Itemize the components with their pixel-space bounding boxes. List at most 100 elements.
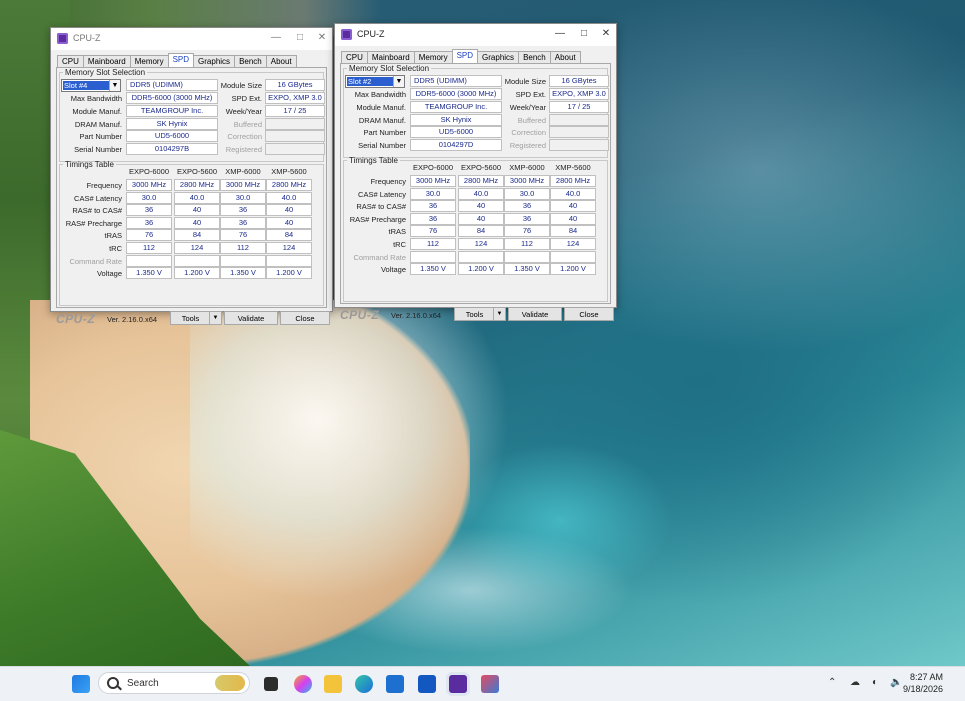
tools-button[interactable]: Tools ▼ <box>454 307 506 321</box>
title-bar[interactable]: CPU-Z — □ ✕ <box>335 24 616 46</box>
maximize-icon[interactable]: □ <box>576 27 592 41</box>
correction-value <box>265 130 325 143</box>
timing-column-header: EXPO-6000 <box>412 163 454 172</box>
timing-cell: 40.0 <box>266 191 312 204</box>
week-year-value: 17 / 25 <box>265 104 325 117</box>
tools-button-label: Tools <box>465 310 484 319</box>
slot-select[interactable]: Slot #2 ▼ <box>345 75 405 88</box>
timing-cell: 36 <box>126 216 172 229</box>
spd-ext-label: SPD Ext. <box>515 90 546 99</box>
timing-cell: 76 <box>410 225 456 238</box>
spd-page: Memory Slot Selection Slot #2 ▼ DDR5 (UDIMM… <box>340 63 611 304</box>
maximize-icon[interactable]: □ <box>292 31 308 45</box>
timing-cell: 124 <box>266 242 312 254</box>
timing-cell: 2800 MHz <box>550 175 596 187</box>
tools-button[interactable]: Tools ▼ <box>170 311 222 325</box>
timing-cell: 124 <box>458 238 504 250</box>
speaker-icon[interactable]: 🔈 <box>890 677 902 688</box>
module-manuf-value: TEAMGROUP Inc. <box>126 104 218 117</box>
tab-spd[interactable]: SPD <box>451 49 479 64</box>
minimize-icon[interactable]: — <box>268 31 284 45</box>
timing-row-label: RAS# Precharge <box>349 214 406 224</box>
system-clock[interactable]: 8:27 AM 9/18/2026 <box>903 671 943 695</box>
timing-cell: 40 <box>550 200 596 213</box>
buffered-value <box>265 117 325 130</box>
memory-slot-group: Memory Slot Selection Slot #4 ▼ DDR5 (UDIMM… <box>59 68 325 162</box>
memory-type-value: DDR5 (UDIMM) <box>126 79 218 91</box>
chevron-up-icon[interactable]: ⌃ <box>828 677 836 688</box>
timing-cell: 30.0 <box>504 187 550 200</box>
week-year-label: Week/Year <box>225 106 262 116</box>
close-button[interactable]: Close <box>564 307 614 321</box>
memory-slot-body: Slot #4 ▼ DDR5 (UDIMM) Module Size 16 GBytes… <box>60 77 325 157</box>
timing-cell: 84 <box>266 229 312 242</box>
window-footer: CPU-Z Ver. 2.16.0.x64 Tools ▼ Validate Close <box>51 308 332 330</box>
dram-manuf-value: SK Hynix <box>410 113 502 126</box>
start-icon[interactable] <box>72 675 90 693</box>
timings-table-legend: Timings Table <box>65 160 114 169</box>
registered-value <box>549 139 609 152</box>
part-number-value: UD5-6000 <box>126 130 218 143</box>
snipping-tool-icon[interactable] <box>481 675 499 693</box>
timing-row-label: tRC <box>393 240 406 249</box>
serial-number-label: Serial Number <box>358 141 406 151</box>
timing-row-label: Voltage <box>380 265 406 275</box>
timing-cell: 40 <box>266 204 312 217</box>
chevron-down-icon[interactable]: ▼ <box>209 312 221 324</box>
close-icon[interactable]: ✕ <box>314 31 330 45</box>
timing-cell <box>410 250 456 263</box>
taskbar-search[interactable]: Search <box>98 672 250 694</box>
chevron-down-icon: ▼ <box>393 76 404 87</box>
timing-cell: 112 <box>220 242 266 254</box>
timing-cell: 2800 MHz <box>266 179 312 191</box>
network-icon[interactable]: ☁ <box>850 677 860 688</box>
timing-cell: 84 <box>174 229 220 242</box>
task-view-icon[interactable] <box>264 677 278 691</box>
chevron-down-icon[interactable]: ▼ <box>493 308 505 320</box>
timing-cell: 84 <box>550 225 596 238</box>
validate-button[interactable]: Validate <box>224 311 278 325</box>
timing-cell: 40 <box>550 212 596 225</box>
close-button[interactable]: Close <box>280 311 330 325</box>
timing-cell: 1.350 V <box>410 263 456 276</box>
store-icon[interactable] <box>386 675 404 693</box>
timing-cell: 3000 MHz <box>126 179 172 191</box>
timing-cell: 40 <box>174 216 220 229</box>
timing-cell: 36 <box>220 204 266 217</box>
timing-row-label: Voltage <box>96 269 122 279</box>
file-explorer-icon[interactable] <box>324 675 342 693</box>
memory-slot-legend: Memory Slot Selection <box>65 68 146 77</box>
timings-table-legend: Timings Table <box>349 156 398 165</box>
validate-button[interactable]: Validate <box>508 307 562 321</box>
clock-time: 8:27 AM <box>909 672 943 682</box>
memory-slot-group: Memory Slot Selection Slot #2 ▼ DDR5 (UDIMM… <box>343 64 609 158</box>
copilot-icon[interactable] <box>294 675 312 693</box>
timing-cell: 2800 MHz <box>174 179 220 191</box>
timing-cell <box>458 250 504 263</box>
close-icon[interactable]: ✕ <box>598 27 614 41</box>
title-bar[interactable]: CPU-Z — □ ✕ <box>51 28 332 50</box>
week-year-value: 17 / 25 <box>549 100 609 113</box>
timing-cell: 3000 MHz <box>410 175 456 187</box>
timing-column-header: XMP-6000 <box>225 167 261 176</box>
minimize-icon[interactable]: — <box>552 27 568 41</box>
slot-select[interactable]: Slot #4 ▼ <box>61 79 121 92</box>
dram-manuf-label: DRAM Manuf. <box>358 115 406 125</box>
timing-cell: 1.200 V <box>550 263 596 276</box>
serial-number-value: 0104297D <box>410 139 502 152</box>
part-number-label: Part Number <box>363 128 406 138</box>
buffered-label: Buffered <box>517 115 546 125</box>
memory-slot-legend: Memory Slot Selection <box>349 64 430 73</box>
cpu-z-icon[interactable] <box>449 675 467 693</box>
timing-cell: 76 <box>220 229 266 242</box>
timing-cell: 36 <box>504 212 550 225</box>
vpn-icon[interactable]: ◐ <box>872 677 878 688</box>
outlook-icon[interactable] <box>418 675 436 693</box>
edge-icon[interactable] <box>355 675 373 693</box>
module-size-label: Module Size <box>504 77 546 86</box>
version-label: Ver. 2.16.0.x64 <box>391 311 442 320</box>
correction-label: Correction <box>511 128 546 138</box>
timing-row-label: Frequency <box>86 181 122 190</box>
tab-spd[interactable]: SPD <box>167 53 195 68</box>
search-placeholder: Search <box>127 678 159 689</box>
